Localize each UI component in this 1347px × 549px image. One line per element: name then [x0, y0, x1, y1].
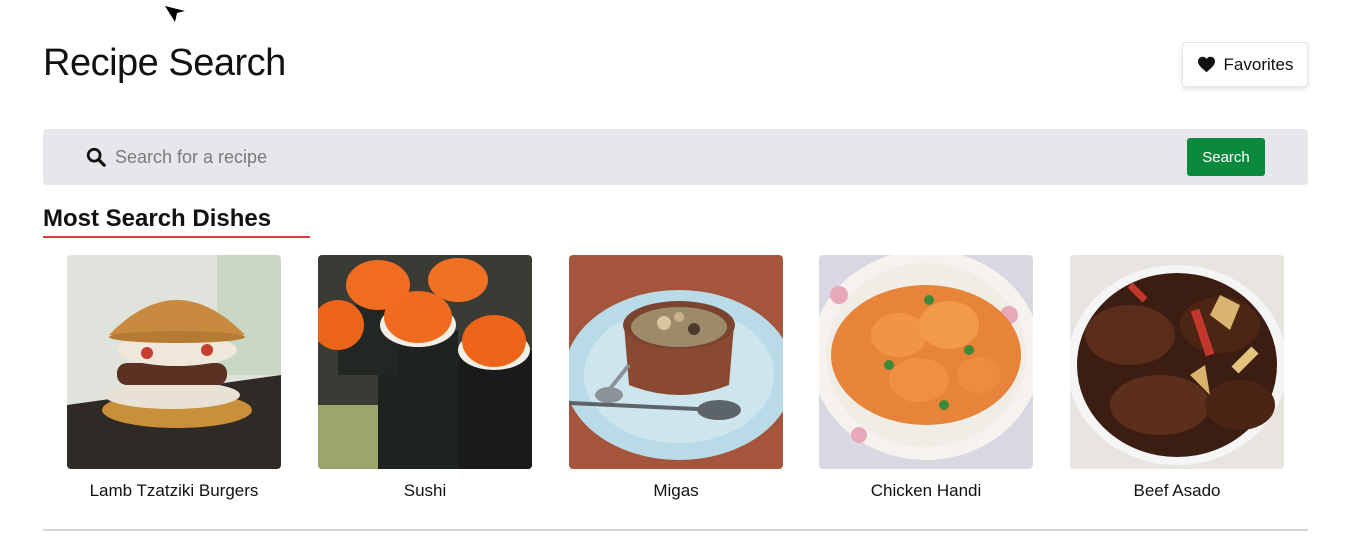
dish-card[interactable]: Chicken Handi: [819, 255, 1033, 501]
dish-image-migas[interactable]: [569, 255, 783, 469]
dish-name[interactable]: Sushi: [318, 481, 532, 501]
section-title: Most Search Dishes: [43, 205, 272, 232]
section-divider: [43, 529, 1308, 531]
dish-name[interactable]: Beef Asado: [1070, 481, 1284, 501]
dish-image-sushi[interactable]: [318, 255, 532, 469]
heart-icon: [1197, 56, 1215, 73]
search-bar: Search: [43, 129, 1308, 185]
dish-image-beef-asado[interactable]: [1070, 255, 1284, 469]
dish-name[interactable]: Lamb Tzatziki Burgers: [67, 481, 281, 501]
favorites-label: Favorites: [1223, 54, 1294, 74]
mouse-cursor-icon: [165, 6, 185, 22]
page-title: Recipe Search: [43, 42, 286, 84]
dish-card[interactable]: Lamb Tzatziki Burgers: [67, 255, 281, 501]
dish-card[interactable]: Migas: [569, 255, 783, 501]
search-button[interactable]: Search: [1187, 138, 1265, 176]
section-title-underline: [43, 236, 310, 238]
dish-card[interactable]: Sushi: [318, 255, 532, 501]
search-icon: [86, 147, 106, 167]
dish-card[interactable]: Beef Asado: [1070, 255, 1284, 501]
search-input[interactable]: [115, 141, 1165, 173]
favorites-button[interactable]: Favorites: [1182, 42, 1308, 87]
dish-image-chicken-handi[interactable]: [819, 255, 1033, 469]
dish-name[interactable]: Chicken Handi: [819, 481, 1033, 501]
dish-image-lamb-tzatziki-burgers[interactable]: [67, 255, 281, 469]
dish-name[interactable]: Migas: [569, 481, 783, 501]
